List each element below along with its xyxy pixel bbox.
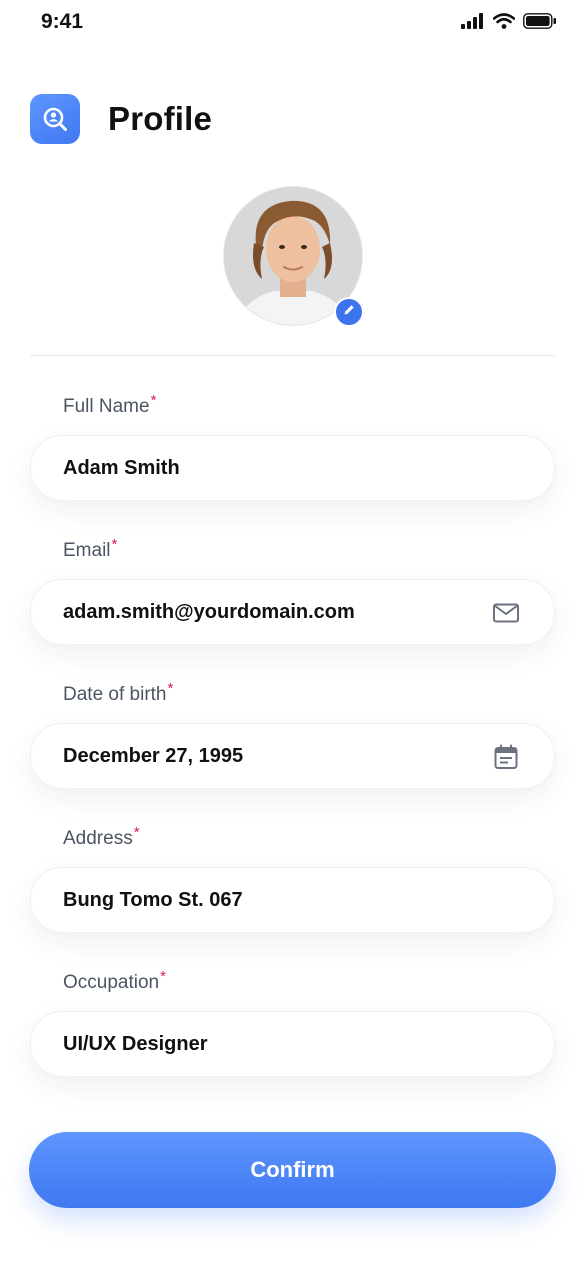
pencil-icon bbox=[342, 303, 356, 322]
email-input[interactable]: adam.smith@yourdomain.com bbox=[30, 579, 555, 645]
date-of-birth-field: Date of birth* December 27, 1995 bbox=[30, 681, 555, 826]
full-name-value: Adam Smith bbox=[63, 457, 180, 479]
divider bbox=[30, 355, 555, 356]
address-value: Bung Tomo St. 067 bbox=[63, 889, 243, 911]
occupation-input[interactable]: UI/UX Designer bbox=[30, 1011, 555, 1077]
mail-icon bbox=[492, 599, 520, 627]
signal-icon bbox=[461, 13, 485, 34]
status-icons bbox=[461, 13, 557, 34]
page-title: Profile bbox=[108, 100, 213, 137]
address-label: Address* bbox=[63, 825, 140, 850]
header: Profile bbox=[30, 94, 212, 144]
date-of-birth-label: Date of birth* bbox=[63, 681, 173, 706]
label-text: Occupation bbox=[63, 972, 160, 993]
label-text: Email bbox=[63, 540, 111, 561]
label-text: Address bbox=[63, 828, 133, 849]
required-mark: * bbox=[150, 391, 157, 409]
profile-form: Full Name* Adam Smith Email* adam.smith@… bbox=[30, 393, 555, 1114]
occupation-value: UI/UX Designer bbox=[63, 1033, 208, 1055]
occupation-field: Occupation* UI/UX Designer bbox=[30, 969, 555, 1114]
profile-search-icon bbox=[30, 94, 80, 144]
required-mark: * bbox=[133, 823, 140, 841]
full-name-label: Full Name* bbox=[63, 393, 156, 418]
status-bar: 9:41 bbox=[0, 0, 585, 46]
required-mark: * bbox=[167, 679, 174, 697]
wifi-icon bbox=[492, 13, 516, 34]
label-text: Full Name bbox=[63, 396, 150, 417]
confirm-button[interactable]: Confirm bbox=[29, 1132, 556, 1208]
full-name-field: Full Name* Adam Smith bbox=[30, 393, 555, 538]
email-value: adam.smith@yourdomain.com bbox=[63, 601, 355, 623]
edit-avatar-button[interactable] bbox=[334, 297, 364, 327]
label-text: Date of birth bbox=[63, 684, 167, 705]
battery-icon bbox=[523, 13, 557, 34]
date-of-birth-value: December 27, 1995 bbox=[63, 745, 244, 767]
calendar-icon[interactable] bbox=[492, 743, 520, 771]
required-mark: * bbox=[111, 535, 118, 553]
required-mark: * bbox=[160, 967, 166, 985]
address-field: Address* Bung Tomo St. 067 bbox=[30, 825, 555, 970]
date-of-birth-input[interactable]: December 27, 1995 bbox=[30, 723, 555, 789]
occupation-label: Occupation* bbox=[63, 969, 166, 994]
address-input[interactable]: Bung Tomo St. 067 bbox=[30, 867, 555, 933]
email-label: Email* bbox=[63, 537, 117, 562]
full-name-input[interactable]: Adam Smith bbox=[30, 435, 555, 501]
email-field: Email* adam.smith@yourdomain.com bbox=[30, 537, 555, 682]
status-time: 9:41 bbox=[41, 10, 84, 33]
avatar-container bbox=[223, 186, 364, 327]
